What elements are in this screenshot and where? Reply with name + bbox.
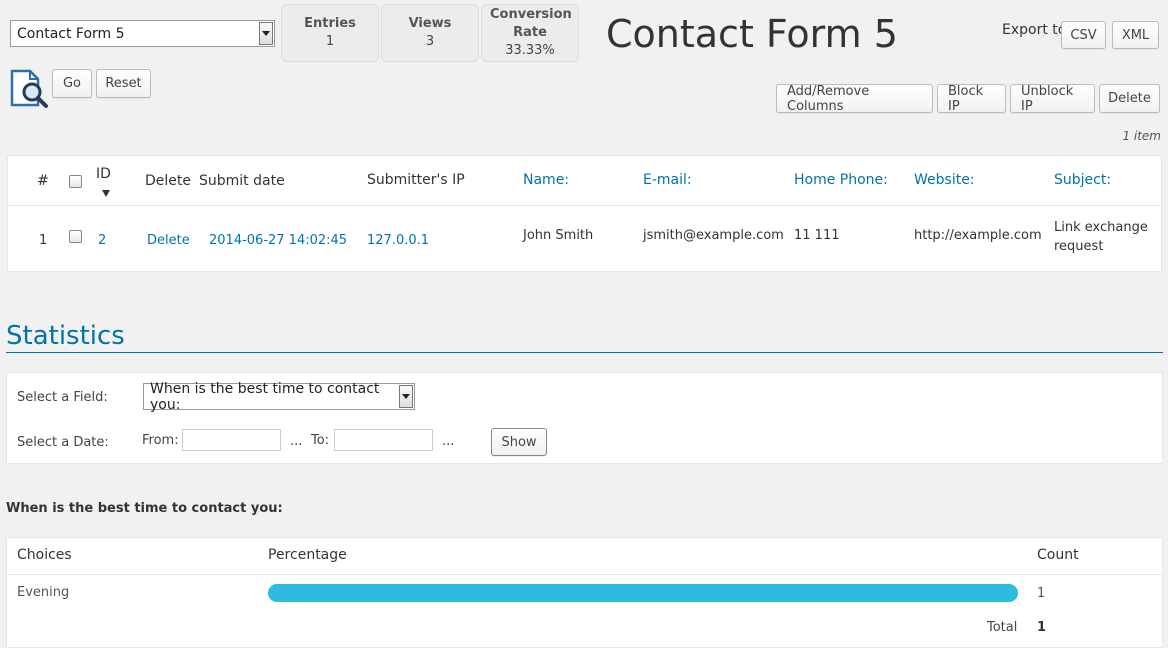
results-header-divider xyxy=(7,574,1162,575)
row-checkbox[interactable] xyxy=(69,230,82,243)
col-home-phone-header[interactable]: Home Phone: xyxy=(794,172,888,188)
stat-value: 33.33% xyxy=(505,43,555,58)
row-subject: Link exchange request xyxy=(1054,220,1148,254)
reset-button[interactable]: Reset xyxy=(96,69,151,98)
select-date-label: Select a Date: xyxy=(17,435,109,450)
stat-value: 1 xyxy=(325,34,335,49)
stat-label: Views xyxy=(408,16,452,31)
select-all-checkbox[interactable] xyxy=(69,175,82,188)
question-heading: When is the best time to contact you: xyxy=(6,501,283,516)
statistics-divider xyxy=(6,352,1163,353)
export-label: Export to xyxy=(1002,22,1067,38)
col-email-header[interactable]: E-mail: xyxy=(643,172,692,188)
show-button[interactable]: Show xyxy=(491,428,547,456)
col-id-header[interactable]: ID xyxy=(96,166,111,182)
page-title: Contact Form 5 xyxy=(606,12,898,56)
percentage-bar xyxy=(268,584,1018,602)
document-search-icon[interactable] xyxy=(8,68,50,110)
col-submitter-ip-header: Submitter's IP xyxy=(367,172,465,188)
from-label: From: xyxy=(142,433,179,448)
statistics-filter-panel: Select a Field: When is the best time to… xyxy=(6,372,1163,464)
export-csv-button[interactable]: CSV xyxy=(1061,21,1106,49)
col-website-header[interactable]: Website: xyxy=(914,172,975,188)
col-percentage-header: Percentage xyxy=(268,547,347,563)
stat-entries: Entries 1 xyxy=(281,4,379,62)
col-name-header[interactable]: Name: xyxy=(523,172,569,188)
chevron-down-icon[interactable] xyxy=(399,385,413,408)
statistics-title: Statistics xyxy=(6,321,125,351)
col-choices-header: Choices xyxy=(17,547,72,563)
stat-views: Views 3 xyxy=(381,4,479,62)
block-ip-button[interactable]: Block IP xyxy=(937,84,1006,114)
col-submit-date-header: Submit date xyxy=(199,173,285,189)
sort-down-icon[interactable] xyxy=(102,190,110,197)
export-xml-button[interactable]: XML xyxy=(1112,21,1159,49)
row-num: 1 xyxy=(39,233,48,248)
field-select-value: When is the best time to contact you: xyxy=(150,380,380,413)
row-delete-link[interactable]: Delete xyxy=(147,233,190,248)
unblock-ip-button[interactable]: Unblock IP xyxy=(1010,84,1095,114)
header-divider xyxy=(8,205,1161,206)
row-submit-date-link[interactable]: 2014-06-27 14:02:45 xyxy=(209,233,347,248)
go-button[interactable]: Go xyxy=(52,69,92,98)
to-label: To: xyxy=(311,433,330,448)
total-value: 1 xyxy=(1037,620,1047,635)
date-from-input[interactable] xyxy=(182,429,281,451)
results-table: Choices Percentage Count Evening 1 Total… xyxy=(6,537,1163,648)
total-label: Total xyxy=(987,620,1018,635)
stat-conversion-rate: Conversion Rate 33.33% xyxy=(481,4,579,62)
form-select-value: Contact Form 5 xyxy=(17,25,125,42)
stat-label: Conversion Rate xyxy=(490,7,572,40)
choice-count: 1 xyxy=(1037,586,1046,601)
chevron-down-icon[interactable] xyxy=(259,22,273,45)
row-website: http://example.com xyxy=(914,228,1042,243)
row-id-link[interactable]: 2 xyxy=(98,233,106,248)
select-field-label: Select a Field: xyxy=(17,390,108,405)
entries-table: # ID Delete Submit date Submitter's IP N… xyxy=(7,155,1162,272)
form-select[interactable]: Contact Form 5 xyxy=(10,20,275,47)
row-email: jsmith@example.com xyxy=(643,228,784,243)
row-submitter-ip-link[interactable]: 127.0.0.1 xyxy=(367,233,429,248)
row-home-phone: 11 111 xyxy=(794,228,840,243)
stat-value: 3 xyxy=(425,34,435,49)
date-to-input[interactable] xyxy=(334,429,433,451)
percentage-bar-track xyxy=(268,584,1018,602)
delete-button[interactable]: Delete xyxy=(1099,84,1160,113)
col-subject-header[interactable]: Subject: xyxy=(1054,172,1111,188)
item-count: 1 item xyxy=(1122,129,1161,143)
choice-label: Evening xyxy=(17,585,70,600)
row-name: John Smith xyxy=(523,228,594,243)
from-ellipsis: ... xyxy=(290,434,303,449)
col-num-header: # xyxy=(37,173,49,189)
col-delete-header: Delete xyxy=(145,173,191,189)
field-select[interactable]: When is the best time to contact you: xyxy=(143,380,415,413)
stat-label: Entries xyxy=(304,16,356,31)
col-count-header: Count xyxy=(1037,547,1079,563)
add-remove-columns-button[interactable]: Add/Remove Columns xyxy=(776,84,933,114)
to-ellipsis: ... xyxy=(442,434,455,449)
